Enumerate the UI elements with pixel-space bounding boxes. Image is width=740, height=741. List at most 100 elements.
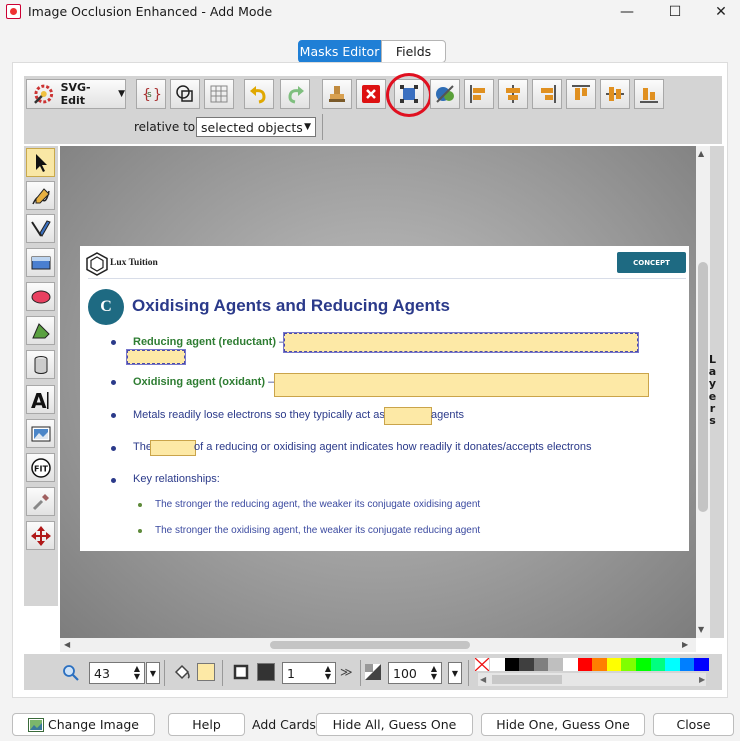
relative-to-select[interactable]: selected objects ▼ xyxy=(196,117,316,137)
svgedit-menu-button[interactable]: SVG-Edit ▼ xyxy=(26,79,126,109)
palette-color[interactable] xyxy=(490,658,505,671)
layers-label-letter: e xyxy=(708,389,718,403)
select-tool[interactable] xyxy=(26,148,55,177)
ellipse-tool[interactable] xyxy=(26,282,55,311)
relative-to-label: relative to: xyxy=(134,120,200,134)
more-options-icon[interactable]: ≫ xyxy=(340,665,353,679)
align-top-button[interactable] xyxy=(566,79,596,109)
highlight-circle xyxy=(386,73,432,117)
cylinder-icon xyxy=(34,355,47,374)
toolbar-separator xyxy=(222,660,223,686)
occlusion-mask[interactable] xyxy=(283,332,639,353)
layers-label-letter: s xyxy=(709,414,717,428)
align-left-button[interactable] xyxy=(464,79,494,109)
polygon-tool[interactable] xyxy=(26,316,55,345)
opacity-dropdown[interactable]: ▼ xyxy=(448,662,462,684)
minimize-icon: — xyxy=(620,4,634,20)
tab-fields[interactable]: Fields xyxy=(381,40,446,63)
occlusion-mask[interactable] xyxy=(150,440,196,456)
palette-color[interactable] xyxy=(606,658,622,671)
zoom-fit-tool[interactable]: FIT xyxy=(26,453,55,482)
scroll-right-icon[interactable]: ▶ xyxy=(682,640,688,649)
palette-color[interactable] xyxy=(504,658,520,671)
zoom-input[interactable]: 43 ▲ ▼ xyxy=(89,662,145,684)
pen-line-icon xyxy=(30,219,51,237)
palette-color[interactable] xyxy=(577,658,593,671)
align-left-icon xyxy=(470,85,485,103)
maximize-button[interactable]: ☐ xyxy=(652,0,698,24)
palette-color[interactable] xyxy=(665,658,680,671)
palette-color[interactable] xyxy=(650,658,666,671)
stroke-color-swatch[interactable] xyxy=(257,663,275,681)
occlusion-mask[interactable] xyxy=(126,349,186,365)
undo-button[interactable] xyxy=(244,79,274,109)
stroke-width-input[interactable]: 1 ▲ ▼ xyxy=(282,662,336,684)
palette-color[interactable] xyxy=(562,658,578,671)
eyedropper-tool[interactable] xyxy=(26,487,55,516)
delete-button[interactable] xyxy=(356,79,386,109)
color-palette xyxy=(490,658,710,671)
no-color-icon[interactable] xyxy=(475,658,489,671)
clone-button[interactable] xyxy=(322,79,352,109)
occlusion-mask[interactable] xyxy=(384,407,432,425)
zoom-dropdown[interactable]: ▼ xyxy=(146,662,160,684)
link-button[interactable] xyxy=(430,79,460,109)
text-tool[interactable]: A xyxy=(26,385,55,414)
palette-color[interactable] xyxy=(533,658,549,671)
fill-color-swatch[interactable] xyxy=(197,663,215,681)
palette-color[interactable] xyxy=(548,658,563,671)
scroll-left-icon[interactable]: ◀ xyxy=(64,640,70,649)
occlusion-mask[interactable] xyxy=(274,373,649,397)
opacity-input[interactable]: 100 ▲ ▼ xyxy=(388,662,442,684)
horizontal-scroll-thumb[interactable] xyxy=(270,641,470,649)
tab-masks-editor[interactable]: Masks Editor xyxy=(298,40,381,63)
palette-color[interactable] xyxy=(694,658,709,671)
sub-bullet xyxy=(138,529,142,533)
align-middle-button[interactable] xyxy=(600,79,630,109)
source-button[interactable]: {s} xyxy=(136,79,166,109)
minimize-button[interactable]: — xyxy=(604,0,650,24)
palette-color[interactable] xyxy=(621,658,636,671)
align-bottom-button[interactable] xyxy=(634,79,664,109)
hide-all-guess-one-button[interactable]: Hide All, Guess One xyxy=(316,713,473,736)
scroll-right-icon[interactable]: ▶ xyxy=(699,675,705,684)
slide-line-3a: Metals readily lose electrons so they ty… xyxy=(133,409,385,421)
source-code-icon: {s} xyxy=(142,87,162,103)
slide-line-4b: of a reducing or oxidising agent indicat… xyxy=(194,441,592,453)
line-tool[interactable] xyxy=(26,214,55,243)
palette-color[interactable] xyxy=(519,658,534,671)
redo-button[interactable] xyxy=(280,79,310,109)
slide-line-3b: agents xyxy=(431,409,465,421)
palette-color[interactable] xyxy=(592,658,607,671)
pan-tool[interactable] xyxy=(26,521,55,550)
pencil-tool[interactable] xyxy=(26,181,55,210)
close-button[interactable]: Close xyxy=(653,713,734,736)
stroke-icon xyxy=(233,664,249,680)
scroll-down-icon[interactable]: ▼ xyxy=(698,625,704,634)
close-icon: ✕ xyxy=(715,4,727,20)
grid-button[interactable] xyxy=(204,79,234,109)
palette-color[interactable] xyxy=(679,658,695,671)
align-bottom-icon xyxy=(640,88,658,103)
wireframe-button[interactable] xyxy=(170,79,200,109)
toolbar-separator xyxy=(468,660,469,686)
pencil-icon xyxy=(31,187,50,204)
align-right-button[interactable] xyxy=(532,79,562,109)
hide-one-guess-one-button[interactable]: Hide One, Guess One xyxy=(481,713,645,736)
window-title: Image Occlusion Enhanced - Add Mode xyxy=(28,4,273,19)
rectangle-tool[interactable] xyxy=(26,248,55,277)
shape-library-tool[interactable] xyxy=(26,350,55,379)
image-tool[interactable] xyxy=(26,419,55,448)
chevron-down-icon: ▼ xyxy=(304,122,311,132)
align-center-button[interactable] xyxy=(498,79,528,109)
cursor-icon xyxy=(35,153,47,172)
help-button[interactable]: Help xyxy=(168,713,245,736)
scroll-up-icon[interactable]: ▲ xyxy=(698,149,704,158)
change-image-button[interactable]: Change Image xyxy=(12,713,155,736)
change-image-label: Change Image xyxy=(48,717,139,732)
palette-scroll-thumb[interactable] xyxy=(492,675,562,684)
scroll-left-icon[interactable]: ◀ xyxy=(480,675,486,684)
palette-color[interactable] xyxy=(635,658,651,671)
maximize-icon: ☐ xyxy=(668,4,682,20)
close-window-button[interactable]: ✕ xyxy=(698,0,740,24)
